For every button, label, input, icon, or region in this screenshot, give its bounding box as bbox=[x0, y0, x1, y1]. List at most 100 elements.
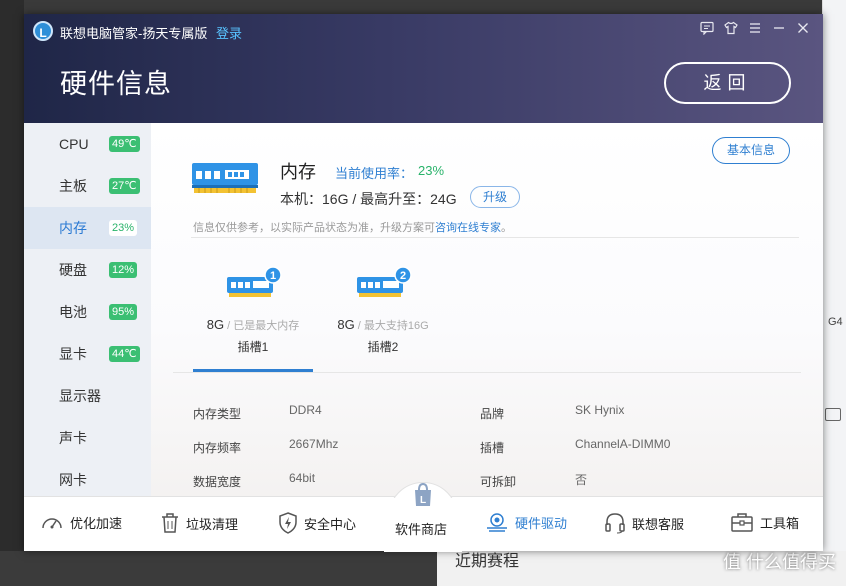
sidebar-item-display[interactable]: 显示器 bbox=[24, 375, 151, 417]
detail-row: 内存类型 bbox=[193, 405, 241, 422]
slot-note: / 已是最大内存 bbox=[224, 320, 300, 332]
sidebar-item-label: 显卡 bbox=[59, 346, 87, 362]
nav-security[interactable]: 安全中心 bbox=[278, 512, 356, 534]
toolbox-icon bbox=[731, 513, 753, 532]
nav-label: 安全中心 bbox=[304, 516, 357, 532]
divider bbox=[173, 372, 801, 373]
status-badge: 95% bbox=[109, 304, 138, 320]
sidebar-item-mainboard[interactable]: 主板 27℃ bbox=[24, 165, 151, 207]
detail-value: SK Hynix bbox=[575, 403, 625, 417]
sidebar-item-label: 网卡 bbox=[59, 472, 87, 488]
sidebar-item-sound[interactable]: 声卡 bbox=[24, 417, 151, 459]
trash-icon bbox=[162, 513, 178, 533]
memory-panel: 基本信息 内存 当前使用率： 23% 本机：16G / 最高升至：24G 升级 … bbox=[151, 123, 823, 496]
memory-title: 内存 bbox=[280, 162, 316, 182]
upgrade-button[interactable]: 升级 bbox=[470, 186, 520, 208]
online-expert-link[interactable]: 咨询在线专家 bbox=[435, 222, 501, 234]
detail-row: 可拆卸 bbox=[480, 473, 516, 490]
header: L 联想电脑管家-扬天专属版 登录 硬件信息 返回 bbox=[24, 14, 823, 123]
bottom-nav: 优化加速 垃圾清理 安全中心 L 软件商店 硬件驱动 联想客服 工具箱 bbox=[24, 482, 823, 552]
back-button[interactable]: 返回 bbox=[664, 62, 791, 104]
background-square-icon bbox=[825, 408, 841, 421]
minimize-icon[interactable] bbox=[767, 21, 791, 41]
memory-slot-icon: 1 bbox=[227, 266, 282, 297]
nav-toolbox[interactable]: 工具箱 bbox=[730, 512, 799, 532]
hardware-icon bbox=[487, 513, 507, 532]
sidebar-item-label: CPU bbox=[59, 136, 89, 152]
nav-label: 垃圾清理 bbox=[186, 516, 239, 532]
detail-row: 品牌 bbox=[480, 405, 504, 422]
app-window: L 联想电脑管家-扬天专属版 登录 硬件信息 返回 CPU 49℃ 主板 27℃… bbox=[24, 14, 823, 552]
memory-module-icon bbox=[192, 163, 258, 193]
detail-value: DDR4 bbox=[289, 403, 322, 417]
store-bag-icon: L bbox=[415, 483, 431, 506]
detail-key: 内存频率 bbox=[193, 441, 242, 455]
menu-icon[interactable] bbox=[743, 21, 767, 41]
detail-value: ChannelA-DIMM0 bbox=[575, 437, 671, 451]
sidebar-item-label: 内存 bbox=[59, 220, 87, 236]
nav-store[interactable]: 软件商店 bbox=[395, 519, 447, 538]
nav-label: 联想客服 bbox=[632, 516, 685, 532]
divider bbox=[191, 237, 799, 238]
detail-key: 可拆卸 bbox=[480, 475, 517, 489]
memory-slot-icon: 2 bbox=[357, 266, 412, 297]
detail-value: 否 bbox=[575, 473, 588, 487]
close-icon[interactable] bbox=[791, 21, 815, 41]
status-badge: 44℃ bbox=[109, 346, 140, 362]
usage-label: 当前使用率： bbox=[335, 166, 414, 181]
status-badge: 27℃ bbox=[109, 178, 140, 194]
speedometer-icon bbox=[42, 518, 62, 529]
nav-hardware[interactable]: 硬件驱动 bbox=[485, 512, 567, 532]
nav-support[interactable]: 联想客服 bbox=[604, 512, 684, 534]
sidebar-item-label: 电池 bbox=[59, 304, 87, 320]
background-bottom-strip: 近期赛程 值 什么值得买 bbox=[0, 551, 846, 586]
slot-badge: 1 bbox=[270, 270, 276, 282]
status-badge: 12% bbox=[109, 262, 138, 278]
detail-row: 插槽 bbox=[480, 439, 504, 456]
watermark: 值 什么值得买 bbox=[722, 552, 836, 572]
nav-optimize[interactable]: 优化加速 bbox=[40, 512, 122, 532]
window-controls bbox=[695, 21, 815, 41]
lenovo-logo-icon: L bbox=[33, 21, 53, 41]
shield-icon bbox=[279, 512, 297, 534]
sidebar-item-label: 硬盘 bbox=[59, 262, 87, 278]
memory-slot-2[interactable]: 2 8G / 最大支持16G 插槽2 bbox=[323, 265, 443, 355]
background-text: G4 bbox=[828, 316, 843, 328]
memory-slot-1[interactable]: 1 8G / 已是最大内存 插槽1 bbox=[193, 265, 313, 355]
slot-note: / 最大支持16G bbox=[354, 320, 429, 332]
nav-label: 工具箱 bbox=[760, 515, 800, 531]
slot-name: 插槽2 bbox=[367, 340, 399, 354]
feedback-icon[interactable] bbox=[695, 21, 719, 41]
slot-badge: 2 bbox=[400, 270, 406, 282]
page-title: 硬件信息 bbox=[60, 69, 172, 99]
headset-icon bbox=[605, 513, 625, 534]
sidebar-item-label: 显示器 bbox=[59, 388, 101, 404]
basic-info-button[interactable]: 基本信息 bbox=[712, 137, 790, 164]
status-badge: 49℃ bbox=[109, 136, 140, 152]
sidebar-item-cpu[interactable]: CPU 49℃ bbox=[24, 123, 151, 165]
background-recent-text: 近期赛程 bbox=[455, 553, 520, 570]
detail-key: 内存类型 bbox=[193, 407, 242, 421]
detail-row: 数据宽度 bbox=[193, 473, 241, 490]
sidebar-item-memory[interactable]: 内存 23% bbox=[24, 207, 151, 249]
sidebar-item-label: 声卡 bbox=[59, 430, 87, 446]
nav-clean[interactable]: 垃圾清理 bbox=[160, 512, 238, 534]
skin-icon[interactable] bbox=[719, 21, 743, 41]
background-right-strip: G4 bbox=[822, 0, 846, 586]
sidebar-item-disk[interactable]: 硬盘 12% bbox=[24, 249, 151, 291]
sidebar-item-gpu[interactable]: 显卡 44℃ bbox=[24, 333, 151, 375]
sidebar: CPU 49℃ 主板 27℃ 内存 23% 硬盘 12% 电池 95% 显卡 4… bbox=[24, 123, 151, 496]
sidebar-item-network[interactable]: 网卡 bbox=[24, 459, 151, 501]
detail-key: 数据宽度 bbox=[193, 475, 242, 489]
usage-value: 23% bbox=[418, 163, 445, 178]
background-left-strip bbox=[0, 0, 24, 586]
nav-label: 优化加速 bbox=[70, 515, 123, 531]
sidebar-item-battery[interactable]: 电池 95% bbox=[24, 291, 151, 333]
app-title: 联想电脑管家-扬天专属版 bbox=[60, 26, 208, 41]
detail-key: 品牌 bbox=[480, 407, 505, 421]
svg-text:L: L bbox=[420, 495, 426, 506]
capacity-text: 本机：16G / 最高升至：24G bbox=[280, 191, 457, 207]
disclaimer: 信息仅供参考，以实际产品状态为准，升级方案可咨询在线专家。 bbox=[193, 222, 512, 234]
login-link[interactable]: 登录 bbox=[216, 23, 242, 42]
sidebar-item-label: 主板 bbox=[59, 178, 87, 194]
